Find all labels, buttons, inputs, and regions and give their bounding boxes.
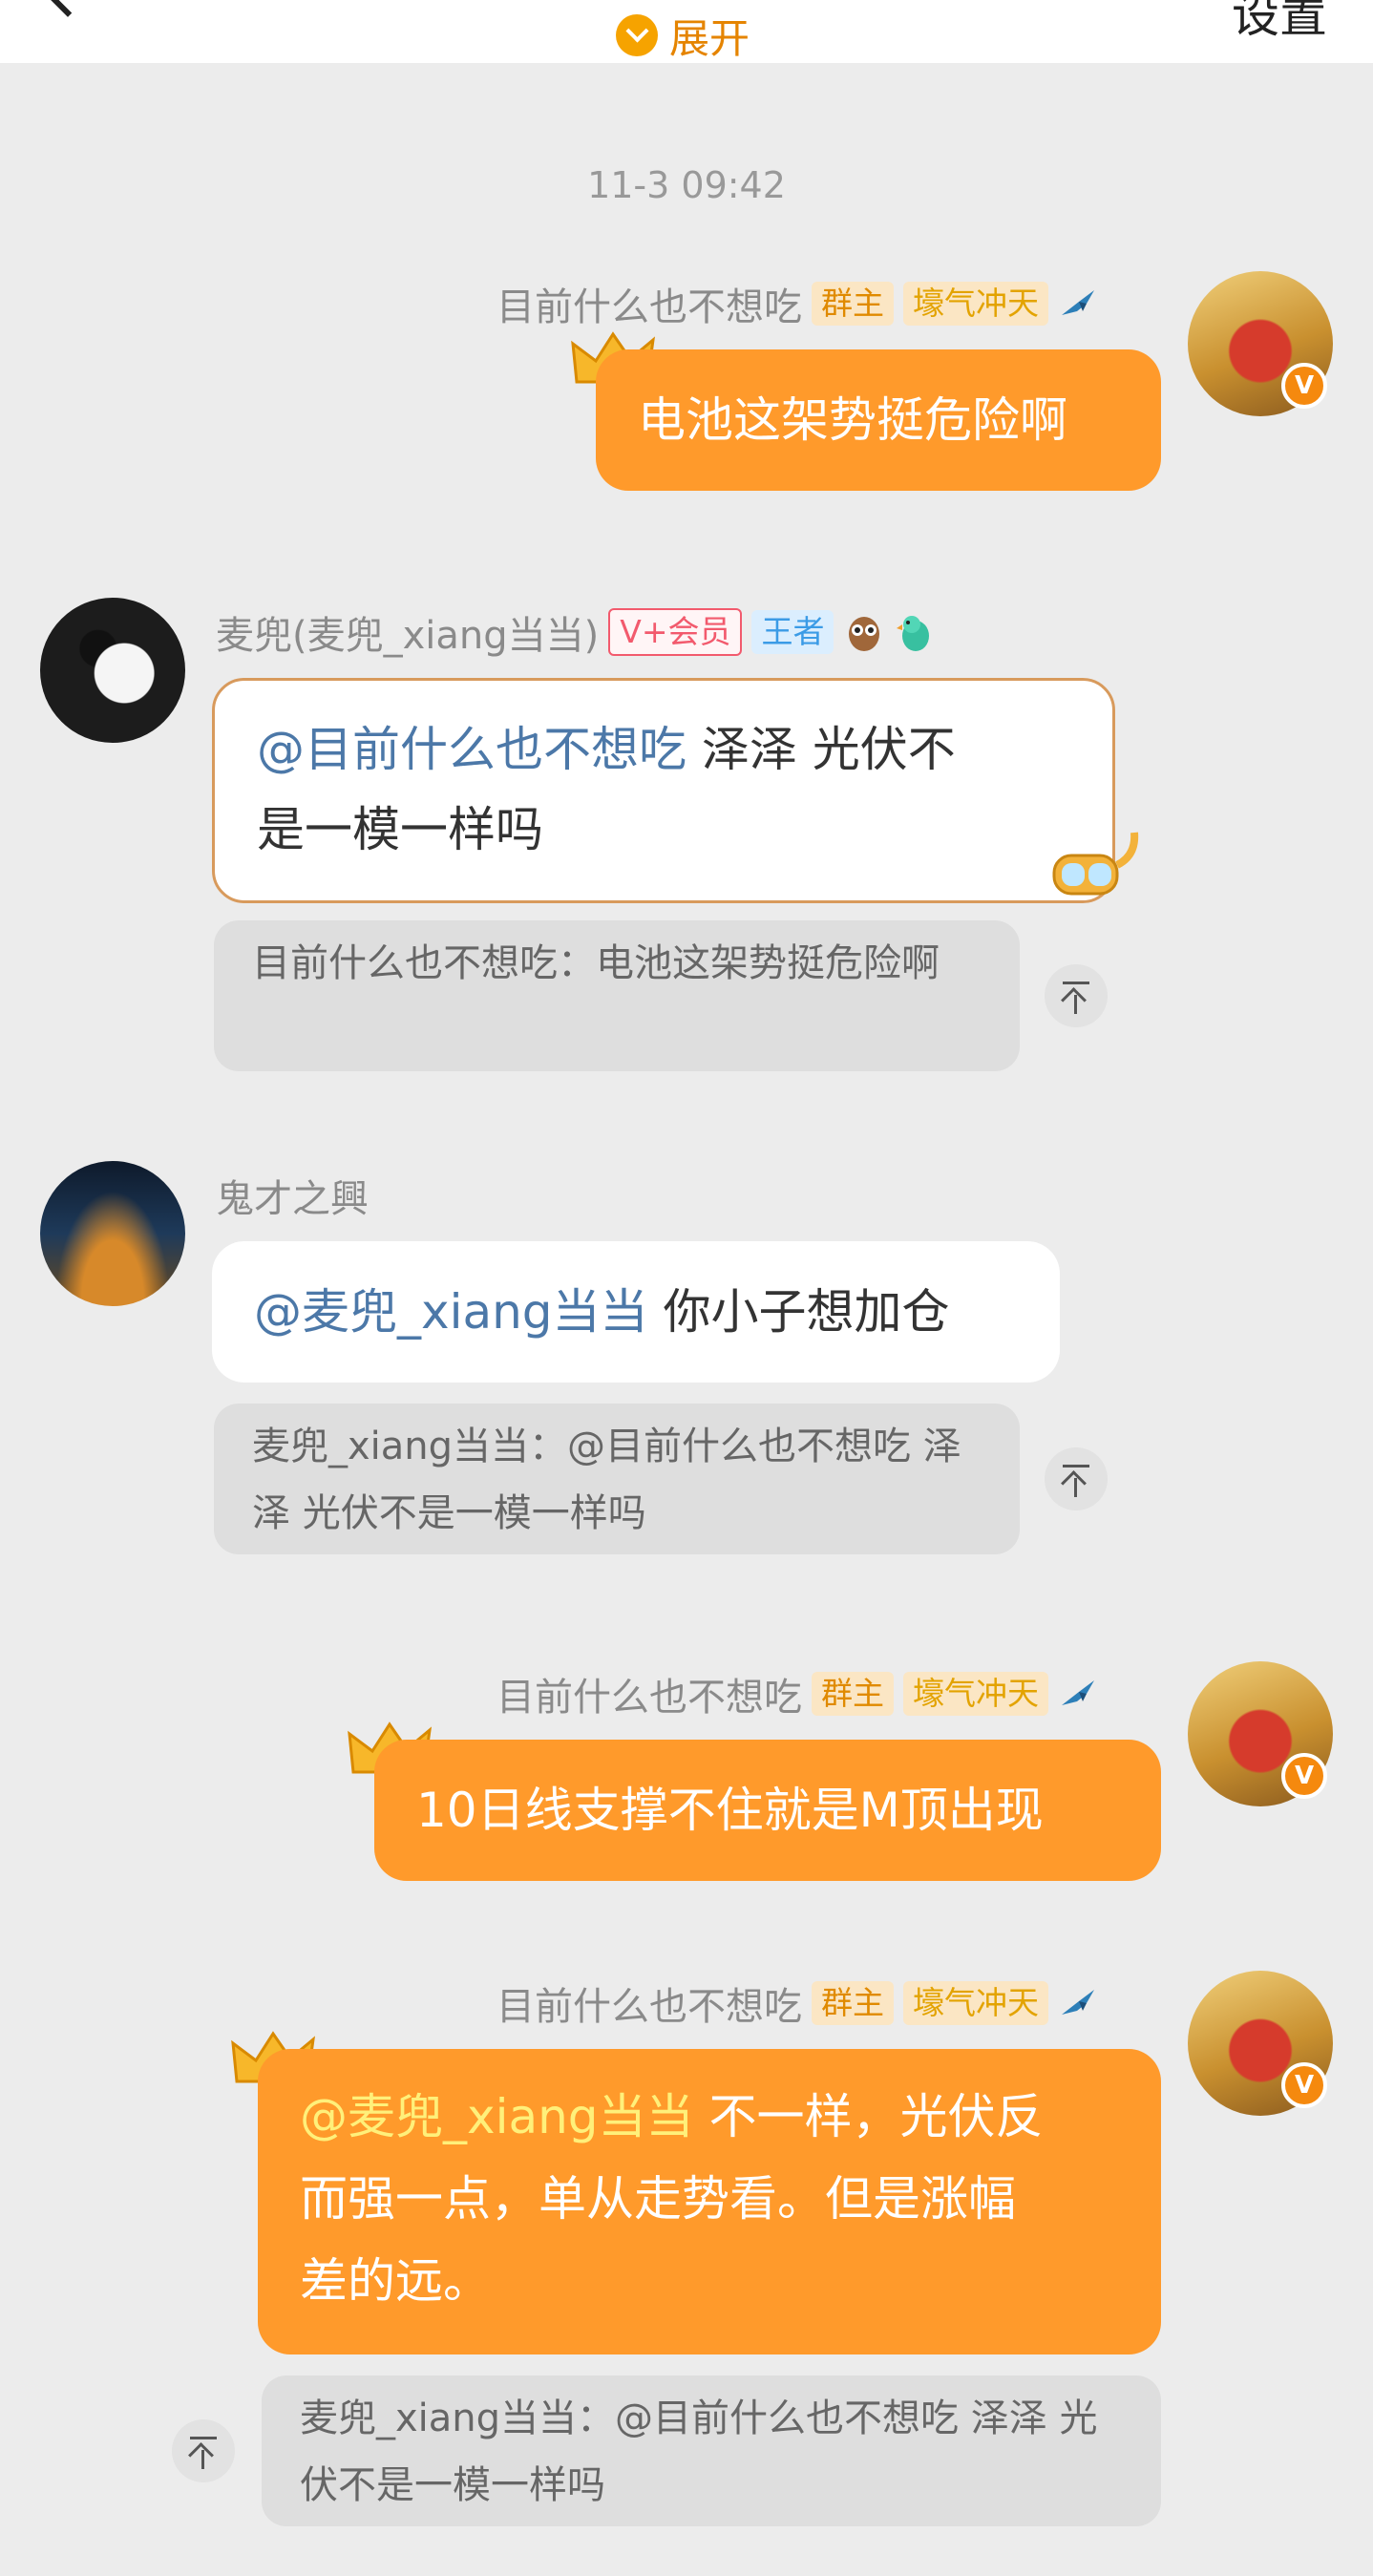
avatar[interactable] <box>40 1161 185 1306</box>
message-bubble[interactable]: @目前什么也不想吃 泽泽 光伏不 是一模一样吗 <box>212 678 1115 903</box>
verified-badge-icon: V <box>1281 2062 1327 2108</box>
sender-row: 目前什么也不想吃 群主 壕气冲天 <box>496 277 1100 330</box>
sender-row: 鬼才之興 <box>216 1169 369 1222</box>
title-tag: 壕气冲天 <box>903 1981 1048 2025</box>
top-bar: 展开 设置 <box>0 0 1373 63</box>
bird-icon <box>1062 1990 1094 2015</box>
mention-link[interactable]: @麦兜_xiang当当 <box>254 1284 648 1340</box>
parrot-icon <box>897 616 930 651</box>
sender-name[interactable]: 麦兜(麦兜_xiang当当) <box>216 604 599 660</box>
mention-link[interactable]: @目前什么也不想吃 <box>257 722 686 777</box>
sender-row: 目前什么也不想吃 群主 壕气冲天 <box>496 1976 1100 2030</box>
owner-tag: 群主 <box>812 282 894 326</box>
jump-to-quote-icon[interactable] <box>1045 1447 1108 1510</box>
message-text: 不一样，光伏反 <box>693 2089 1044 2144</box>
sender-row: 目前什么也不想吃 群主 壕气冲天 <box>496 1667 1100 1721</box>
message-bubble[interactable]: 10日线支撑不住就是M顶出现 <box>374 1740 1161 1881</box>
message-text: 10日线支撑不住就是M顶出现 <box>416 1783 1044 1838</box>
jump-to-quote-icon[interactable] <box>172 2419 235 2482</box>
sender-name[interactable]: 目前什么也不想吃 <box>496 276 802 331</box>
sender-name[interactable]: 目前什么也不想吃 <box>496 1666 802 1721</box>
quote-text: 麦兜_xiang当当：@目前什么也不想吃 泽泽 光伏不是一模一样吗 <box>252 1425 961 1535</box>
mention-link[interactable]: @麦兜_xiang当当 <box>300 2089 694 2144</box>
bird-icon <box>1062 1680 1094 1705</box>
owner-tag: 群主 <box>812 1672 894 1716</box>
owner-tag: 群主 <box>812 1981 894 2025</box>
title-tag: 壕气冲天 <box>903 1672 1048 1716</box>
avatar[interactable] <box>40 598 185 743</box>
sender-row: 麦兜(麦兜_xiang当当) V+会员 王者 <box>216 605 937 659</box>
chevron-down-icon <box>616 14 658 56</box>
bird-icon <box>1062 290 1094 315</box>
sender-name[interactable]: 目前什么也不想吃 <box>496 1975 802 2031</box>
message-bubble[interactable]: @麦兜_xiang当当 你小子想加仓 <box>212 1241 1060 1383</box>
vip-tag: V+会员 <box>608 608 743 656</box>
sender-name[interactable]: 鬼才之興 <box>216 1168 369 1223</box>
message-timestamp: 11-3 09:42 <box>587 164 786 206</box>
owl-icon <box>849 617 880 651</box>
message-text: 差的远。 <box>300 2253 491 2309</box>
expand-button[interactable]: 展开 <box>616 11 750 62</box>
message-text: 你小子想加仓 <box>647 1284 950 1340</box>
message-text: 是一模一样吗 <box>257 802 543 857</box>
back-arrow-icon[interactable] <box>42 0 94 17</box>
message-text: 而强一点，单从走势看。但是涨幅 <box>300 2171 1016 2227</box>
snorkel-goggle-icon <box>1052 832 1139 896</box>
quoted-message[interactable]: 目前什么也不想吃：电池这架势挺危险啊 <box>214 920 1020 1071</box>
verified-badge-icon: V <box>1281 1753 1327 1799</box>
title-tag: 壕气冲天 <box>903 282 1048 326</box>
quote-text: 麦兜_xiang当当：@目前什么也不想吃 泽泽 光伏不是一模一样吗 <box>300 2397 1098 2507</box>
settings-button[interactable]: 设置 <box>1232 0 1327 46</box>
message-bubble[interactable]: 电池这架势挺危险啊 <box>596 349 1161 491</box>
jump-to-quote-icon[interactable] <box>1045 964 1108 1027</box>
message-text: 电池这架势挺危险啊 <box>638 392 1067 448</box>
rank-tag: 王者 <box>751 610 834 654</box>
verified-badge-icon: V <box>1281 363 1327 409</box>
message-bubble[interactable]: @麦兜_xiang当当 不一样，光伏反 而强一点，单从走势看。但是涨幅 差的远。 <box>258 2049 1161 2354</box>
message-text: 泽泽 光伏不 <box>686 722 956 777</box>
expand-label: 展开 <box>669 14 750 62</box>
quote-text: 目前什么也不想吃：电池这架势挺危险啊 <box>252 941 940 985</box>
quoted-message[interactable]: 麦兜_xiang当当：@目前什么也不想吃 泽泽 光伏不是一模一样吗 <box>262 2375 1161 2526</box>
quoted-message[interactable]: 麦兜_xiang当当：@目前什么也不想吃 泽泽 光伏不是一模一样吗 <box>214 1404 1020 1554</box>
